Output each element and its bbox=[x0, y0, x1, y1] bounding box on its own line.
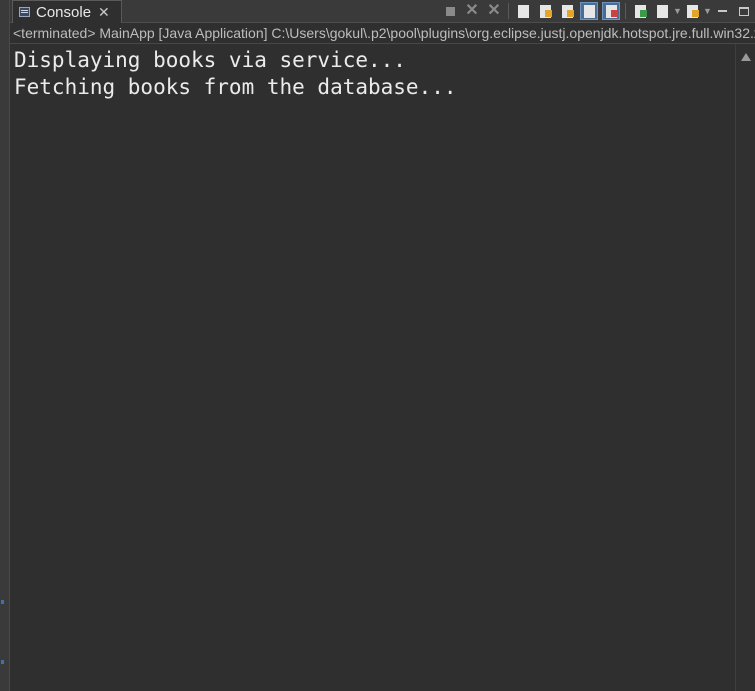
toolbar-separator bbox=[508, 3, 509, 19]
chevron-down-icon[interactable]: ▼ bbox=[673, 6, 682, 16]
console-toolbar: ✕ ✕ ▼ ▼ bbox=[439, 0, 755, 22]
chevron-down-icon[interactable]: ▼ bbox=[703, 6, 712, 16]
console-output-area[interactable]: Displaying books via service... Fetching … bbox=[10, 44, 755, 691]
console-output: Displaying books via service... Fetching … bbox=[14, 47, 457, 101]
display-selected-console-icon[interactable] bbox=[653, 2, 671, 20]
left-editor-edge bbox=[0, 0, 10, 691]
toolbar-separator bbox=[625, 3, 626, 19]
show-on-stdout-icon[interactable] bbox=[580, 2, 598, 20]
scroll-lock-icon[interactable] bbox=[536, 2, 554, 20]
clear-console-icon[interactable] bbox=[514, 2, 532, 20]
marker-icon bbox=[1, 660, 4, 664]
terminate-icon[interactable] bbox=[441, 2, 459, 20]
minimize-icon[interactable] bbox=[713, 2, 731, 20]
marker-icon bbox=[1, 600, 4, 604]
console-line: Displaying books via service... bbox=[14, 48, 406, 72]
tab-label: Console bbox=[36, 3, 92, 21]
remove-launch-icon[interactable]: ✕ bbox=[463, 2, 481, 20]
console-line: Fetching books from the database... bbox=[14, 75, 457, 99]
pin-console-icon[interactable] bbox=[631, 2, 649, 20]
scroll-up-icon[interactable] bbox=[741, 53, 751, 61]
open-console-icon[interactable] bbox=[683, 2, 701, 20]
tab-console[interactable]: Console ✕ bbox=[12, 0, 122, 23]
view-tab-bar: Console ✕ ✕ ✕ ▼ ▼ bbox=[10, 0, 755, 23]
word-wrap-icon[interactable] bbox=[558, 2, 576, 20]
vertical-scrollbar[interactable] bbox=[735, 44, 755, 691]
show-on-stderr-icon[interactable] bbox=[602, 2, 620, 20]
maximize-icon[interactable] bbox=[735, 2, 753, 20]
process-status-line: <terminated> MainApp [Java Application] … bbox=[10, 23, 755, 44]
close-tab-button[interactable]: ✕ bbox=[98, 4, 110, 21]
remove-all-terminated-icon[interactable]: ✕ bbox=[485, 2, 503, 20]
console-icon bbox=[19, 7, 30, 17]
